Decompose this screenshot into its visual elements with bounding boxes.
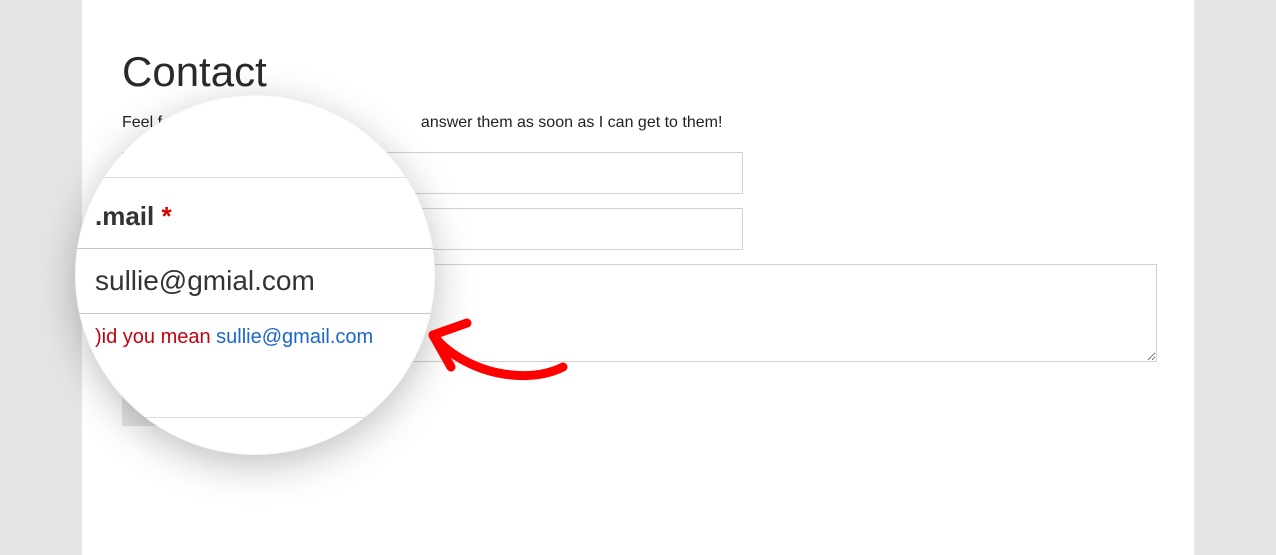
suggestion-link[interactable]: sullie@gmail.com [216, 326, 373, 348]
email-suggestion: )id you mean sullie@gmail.com [75, 314, 435, 361]
intro-suffix: answer them as soon as I can get to them… [421, 114, 723, 131]
email-label-text: .mail [95, 201, 154, 231]
email-input-zoomed[interactable] [95, 265, 415, 297]
lens-divider [75, 177, 435, 178]
required-asterisk: * [154, 201, 171, 231]
email-label-zoomed: .mail * [75, 157, 435, 248]
lens-divider-bottom [75, 417, 435, 418]
magnifier-lens: .mail * )id you mean sullie@gmail.com [75, 95, 435, 455]
email-input-zoomed-wrap [75, 248, 435, 314]
suggestion-question: )id you mean [95, 326, 216, 348]
